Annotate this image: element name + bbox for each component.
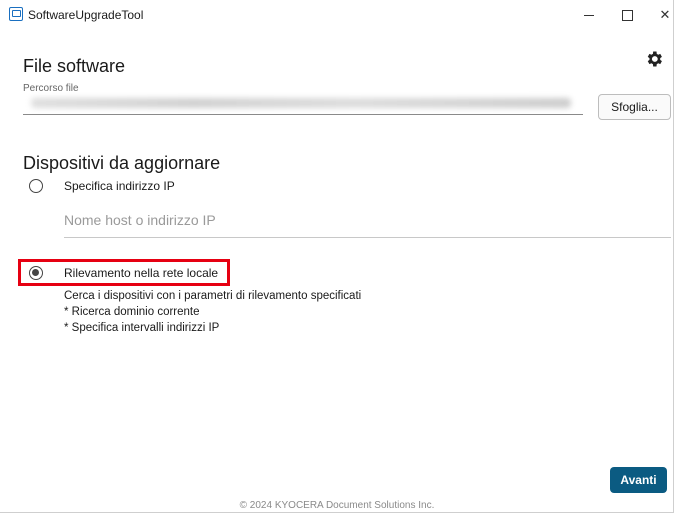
minimize-icon bbox=[584, 14, 594, 16]
blurred-path-value bbox=[31, 98, 571, 108]
next-button[interactable]: Avanti bbox=[610, 467, 667, 493]
path-label: Percorso file bbox=[23, 83, 79, 94]
radio-specify-ip-label: Specifica indirizzo IP bbox=[64, 179, 175, 193]
close-icon: ✕ bbox=[659, 7, 671, 22]
radio-local-network[interactable] bbox=[29, 266, 43, 280]
file-software-heading: File software bbox=[23, 56, 126, 76]
host-ip-input[interactable]: Nome host o indirizzo IP bbox=[64, 208, 671, 238]
title-bar: SoftwareUpgradeTool ✕ bbox=[0, 0, 673, 30]
radio-specify-ip[interactable] bbox=[29, 179, 43, 193]
browse-button[interactable]: Sfoglia... bbox=[598, 94, 671, 120]
gear-icon[interactable] bbox=[644, 49, 664, 69]
window-title: SoftwareUpgradeTool bbox=[28, 8, 144, 22]
copyright-footer: © 2024 KYOCERA Document Solutions Inc. bbox=[239, 500, 435, 511]
maximize-icon bbox=[621, 9, 633, 21]
minimize-button[interactable] bbox=[574, 4, 604, 26]
devices-heading: Dispositivi da aggiornare bbox=[23, 153, 221, 173]
radio-local-network-label[interactable]: Rilevamento nella rete locale bbox=[64, 266, 218, 280]
local-desc-line-1: Cerca i dispositivi con i parametri di r… bbox=[64, 290, 362, 302]
local-desc-line-3: * Specifica intervalli indirizzi IP bbox=[64, 322, 220, 334]
close-button[interactable]: ✕ bbox=[650, 4, 674, 26]
local-desc-line-2: * Ricerca dominio corrente bbox=[64, 306, 200, 318]
app-window: SoftwareUpgradeTool ✕ File software Perc… bbox=[0, 0, 674, 513]
maximize-button[interactable] bbox=[612, 4, 642, 26]
file-path-field[interactable] bbox=[23, 94, 583, 115]
app-icon bbox=[9, 7, 23, 21]
